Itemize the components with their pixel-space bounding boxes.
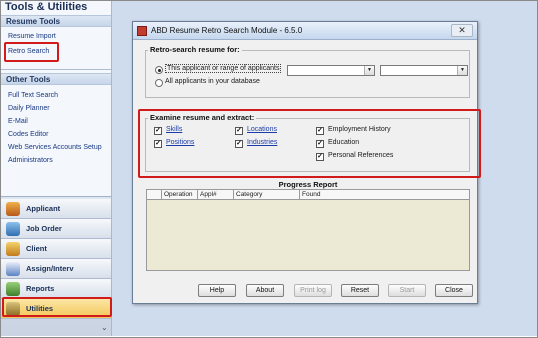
nav-label: Applicant: [26, 204, 61, 213]
highlight-utilities: [2, 297, 112, 317]
nav-label: Client: [26, 244, 47, 253]
tool-daily-planner[interactable]: Daily Planner: [8, 105, 50, 112]
panel-title: Tools & Utilities: [5, 1, 88, 13]
progress-report-grid[interactable]: Operation Appl# Category Found: [146, 189, 470, 271]
help-button[interactable]: Help: [198, 284, 236, 297]
highlight-retro-search: [4, 42, 59, 62]
nav-job-order[interactable]: Job Order: [1, 219, 111, 239]
chevron-down-icon[interactable]: ⌄: [101, 323, 108, 332]
nav-applicant[interactable]: Applicant: [1, 199, 111, 219]
col-appl[interactable]: Appl#: [197, 190, 233, 200]
applicant-from-combo[interactable]: ▼: [287, 65, 375, 76]
nav-label: Reports: [26, 284, 55, 293]
col-operation[interactable]: Operation: [161, 190, 197, 200]
tool-web-services-setup[interactable]: Web Services Accounts Setup: [8, 144, 102, 151]
nav-label: Job Order: [26, 224, 62, 233]
radio-this-applicant-label: This applicant or range of applicants: [165, 64, 282, 73]
retro-search-label: Retro-search resume for:: [148, 45, 242, 54]
report-header: Operation Appl# Category Found: [147, 190, 469, 200]
radio-all-applicants-label: All applicants in your database: [165, 78, 260, 85]
close-button[interactable]: Close: [435, 284, 473, 297]
reset-button[interactable]: Reset: [341, 284, 379, 297]
chevron-down-icon[interactable]: ▼: [364, 66, 374, 75]
divider: [1, 69, 111, 70]
reports-icon: [6, 282, 20, 296]
job-order-icon: [6, 222, 20, 236]
radio-this-applicant[interactable]: [155, 66, 163, 74]
applicant-to-combo[interactable]: ▼: [380, 65, 468, 76]
section-resume-tools: Resume Tools: [1, 15, 111, 27]
radio-all-applicants[interactable]: [155, 79, 163, 87]
dialog-titlebar[interactable]: ABD Resume Retro Search Module - 6.5.0 ✕: [133, 22, 477, 40]
app-icon: [137, 26, 147, 36]
tool-resume-import[interactable]: Resume Import: [8, 33, 56, 40]
nav-assign-interv[interactable]: Assign/Interv: [1, 259, 111, 279]
section-other-tools: Other Tools: [1, 73, 111, 85]
progress-report-title: Progress Report: [278, 180, 338, 189]
client-icon: [6, 242, 20, 256]
col-found[interactable]: Found: [299, 190, 469, 200]
print-log-button[interactable]: Print log: [294, 284, 332, 297]
start-button[interactable]: Start: [388, 284, 426, 297]
calendar-icon: [6, 262, 20, 276]
close-icon[interactable]: ✕: [451, 24, 473, 37]
chevron-down-icon[interactable]: ▼: [457, 66, 467, 75]
tool-codes-editor[interactable]: Codes Editor: [8, 131, 48, 138]
dialog-title: ABD Resume Retro Search Module - 6.5.0: [151, 26, 303, 35]
nav-label: Assign/Interv: [26, 264, 74, 273]
people-icon: [6, 202, 20, 216]
highlight-examine: [138, 109, 481, 178]
col-category[interactable]: Category: [233, 190, 299, 200]
col-indicator: [147, 190, 161, 200]
option-text: This applicant or range of applicants: [165, 64, 282, 73]
nav-reports[interactable]: Reports: [1, 279, 111, 299]
about-button[interactable]: About: [246, 284, 284, 297]
nav-client[interactable]: Client: [1, 239, 111, 259]
tool-email[interactable]: E-Mail: [8, 118, 28, 125]
tool-administrators[interactable]: Administrators: [8, 157, 53, 164]
tool-full-text-search[interactable]: Full Text Search: [8, 92, 58, 99]
